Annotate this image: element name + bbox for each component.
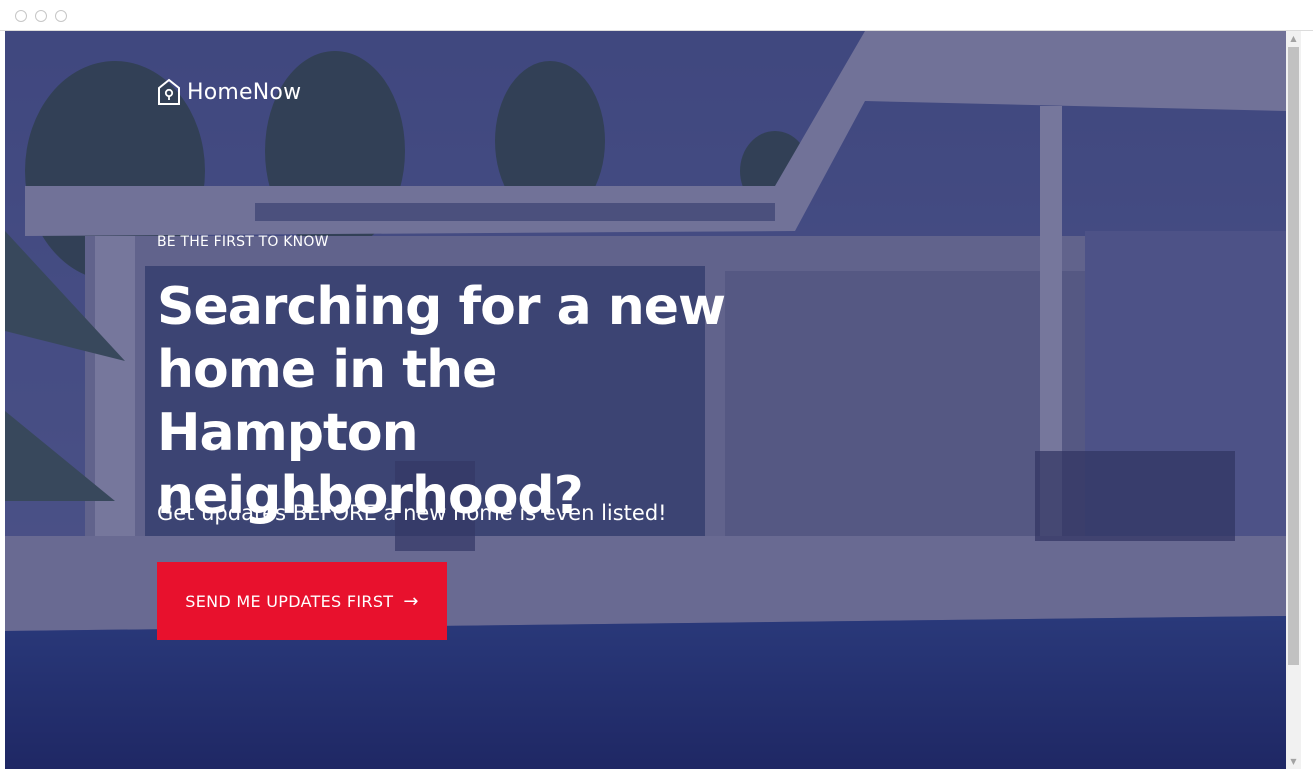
vertical-scrollbar[interactable]: ▲ ▼ [1286,31,1301,769]
window-close-button[interactable] [15,10,27,22]
scroll-up-arrow-icon[interactable]: ▲ [1286,31,1301,46]
house-icon [158,78,180,105]
hero-eyebrow: BE THE FIRST TO KNOW [157,234,329,250]
window-titlebar [0,0,1313,31]
cta-label: SEND ME UPDATES FIRST [185,591,394,611]
brand-logo[interactable]: HomeNow [157,78,301,106]
hero-section: HomeNow BE THE FIRST TO KNOW Searching f… [5,31,1286,769]
hero-subtext: Get updates BEFORE a new home is even li… [157,501,667,525]
window-minimize-button[interactable] [35,10,47,22]
arrow-right-icon: → [403,590,419,612]
scroll-down-arrow-icon[interactable]: ▼ [1286,754,1301,769]
window-edge [1301,31,1313,771]
scroll-thumb[interactable] [1288,47,1299,665]
brand-name: HomeNow [187,79,302,105]
window-maximize-button[interactable] [55,10,67,22]
send-updates-button[interactable]: SEND ME UPDATES FIRST → [157,562,447,640]
hero-headline: Searching for a new home in the Hampton … [157,277,726,526]
